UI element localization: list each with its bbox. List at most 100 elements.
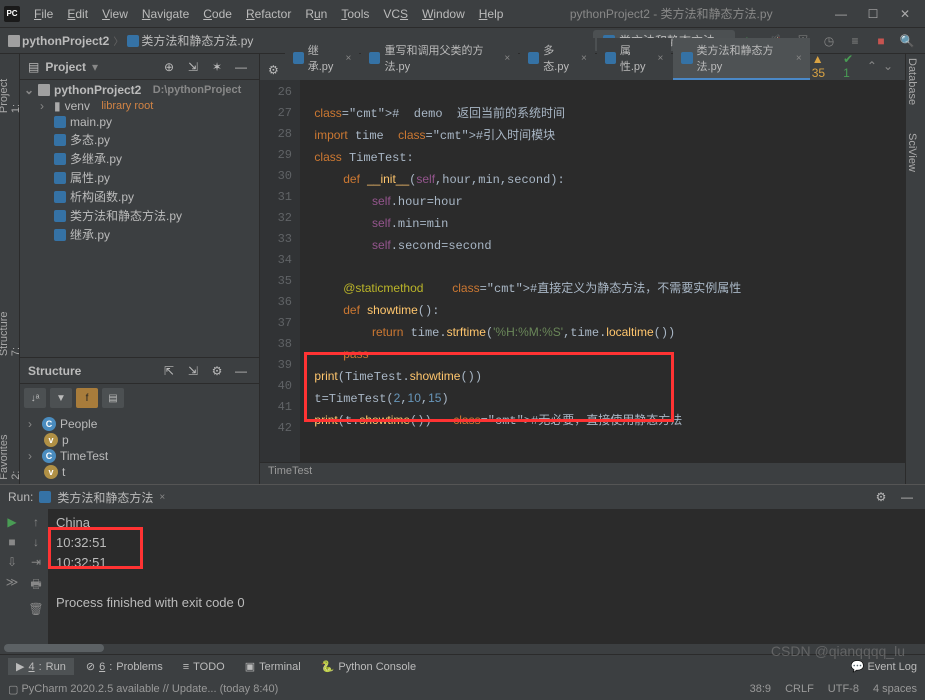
minimize-icon[interactable]: — — [833, 6, 849, 22]
status-message[interactable]: PyCharm 2020.2.5 available // Update... … — [21, 683, 278, 695]
check-indicator[interactable]: ✔ 1 — [843, 52, 861, 80]
editor-tab[interactable]: 属性.py× — [597, 38, 672, 80]
tool-structure-tab[interactable]: 7: Structure — [0, 297, 22, 360]
menu-vcs[interactable]: VCS — [377, 5, 414, 23]
down-arrow-icon[interactable]: ↓ — [33, 535, 39, 549]
close-run-tab-icon[interactable]: × — [159, 492, 165, 503]
sort-icon[interactable]: ↓ᵃ — [24, 388, 46, 408]
run-tool-window: Run: 类方法和静态方法 × ⚙ — ▶ ■ ⇩ ≫ ↑ ↓ ⇥ 🖶 🗑 Ch… — [0, 484, 925, 654]
tool-project-tab[interactable]: 1: Project — [0, 64, 22, 117]
menu-view[interactable]: View — [96, 5, 134, 23]
inherited-icon[interactable]: ▤ — [102, 388, 124, 408]
warning-indicator[interactable]: ▲ 35 — [812, 52, 837, 80]
rerun-icon[interactable]: ▶ — [7, 515, 16, 529]
tool-windows-icon[interactable]: ▢ — [8, 683, 18, 696]
run-label: Run: — [8, 490, 33, 504]
editor-tab[interactable]: 多态.py× — [520, 38, 595, 80]
concurrency-icon[interactable]: ≡ — [845, 31, 865, 51]
profile-icon[interactable]: ◷ — [819, 31, 839, 51]
right-tool-strip: Database SciView — [905, 54, 925, 484]
editor-tab[interactable]: 重写和调用父类的方法.py× — [361, 38, 518, 80]
structure-item[interactable]: vt — [24, 464, 255, 480]
status-tab-run[interactable]: ▶ 4: Run — [8, 658, 74, 675]
status-tab-terminal[interactable]: ▣ Terminal — [237, 658, 309, 675]
status-tab-todo[interactable]: ≡ TODO — [175, 658, 233, 675]
menu-file[interactable]: File — [28, 5, 59, 23]
menu-window[interactable]: Window — [416, 5, 471, 23]
console-output[interactable]: China10:32:5110:32:51 Process finished w… — [48, 509, 925, 644]
editor-tab[interactable]: 继承.py× — [285, 38, 360, 80]
close-tab-icon[interactable]: × — [504, 53, 510, 64]
tree-root[interactable]: ⌄pythonProject2 D:\pythonProject — [20, 82, 259, 98]
tab-settings-icon[interactable]: ⚙ — [264, 60, 283, 80]
tool-favorites-tab[interactable]: 2: Favorites — [0, 420, 22, 484]
run-config-name: 类方法和静态方法 — [57, 489, 153, 506]
hide-icon[interactable]: — — [897, 487, 917, 507]
caret-position[interactable]: 38:9 — [750, 683, 771, 695]
line-separator[interactable]: CRLF — [785, 683, 814, 695]
search-icon[interactable]: 🔍 — [897, 31, 917, 51]
breadcrumb-file[interactable]: 类方法和静态方法.py — [127, 32, 253, 49]
trash-icon[interactable]: 🗑 — [28, 602, 43, 616]
breadcrumb-project[interactable]: pythonProject2 — [8, 34, 109, 48]
menu-tools[interactable]: Tools — [335, 5, 375, 23]
menu-run[interactable]: Run — [299, 5, 333, 23]
close-tab-icon[interactable]: × — [345, 53, 351, 64]
gear-icon[interactable]: ⚙ — [871, 487, 891, 507]
status-tab-python-console[interactable]: 🐍 Python Console — [313, 658, 424, 675]
up-arrow-icon[interactable]: ↑ — [33, 515, 39, 529]
down-icon[interactable]: ⇩ — [7, 555, 17, 569]
tree-file[interactable]: 析构函数.py — [20, 187, 259, 206]
hide-icon[interactable]: — — [231, 361, 251, 381]
code-editor[interactable]: 2627282930313233343536373839404142 class… — [260, 80, 905, 462]
tree-file[interactable]: 属性.py — [20, 168, 259, 187]
code-content[interactable]: class="cmt"># demo 返回当前的系统时间 import time… — [300, 80, 905, 462]
tree-venv[interactable]: ›▮venv library root — [20, 98, 259, 114]
tree-file[interactable]: 多继承.py — [20, 149, 259, 168]
close-tab-icon[interactable]: × — [658, 53, 664, 64]
chevron-up-icon[interactable]: ⌄ — [883, 59, 893, 73]
stop-icon[interactable]: ■ — [8, 535, 15, 549]
menu-code[interactable]: Code — [197, 5, 238, 23]
encoding[interactable]: UTF-8 — [828, 683, 859, 695]
menu-navigate[interactable]: Navigate — [136, 5, 195, 23]
close-tab-icon[interactable]: × — [796, 53, 802, 64]
project-view-icon[interactable]: ▤ — [28, 60, 39, 74]
maximize-icon[interactable]: ☐ — [865, 6, 881, 22]
tree-file[interactable]: 类方法和静态方法.py — [20, 206, 259, 225]
fields-icon[interactable]: f — [76, 388, 98, 408]
tree-file[interactable]: 多态.py — [20, 130, 259, 149]
editor-breadcrumb[interactable]: TimeTest — [260, 462, 905, 484]
select-opened-icon[interactable]: ⊕ — [159, 57, 179, 77]
tree-file[interactable]: 继承.py — [20, 225, 259, 244]
status-bar: ▢ PyCharm 2020.2.5 available // Update..… — [0, 678, 925, 700]
menu-help[interactable]: Help — [473, 5, 510, 23]
menu-refactor[interactable]: Refactor — [240, 5, 297, 23]
stop-button-icon[interactable]: ■ — [871, 31, 891, 51]
collapse-all-icon[interactable]: ⇲ — [183, 361, 203, 381]
expand-icon[interactable]: ⇲ — [183, 57, 203, 77]
hide-icon[interactable]: — — [231, 57, 251, 77]
print-icon[interactable]: 🖶 — [30, 575, 41, 596]
structure-item[interactable]: ›CTimeTest — [24, 448, 255, 464]
structure-item[interactable]: vp — [24, 432, 255, 448]
wrap-icon[interactable]: ⇥ — [31, 555, 41, 569]
tree-file[interactable]: main.py — [20, 114, 259, 130]
tool-sciview-tab[interactable]: SciView — [906, 129, 918, 176]
collapse-icon[interactable]: ✶ — [207, 57, 227, 77]
structure-item[interactable]: ›CPeople — [24, 416, 255, 432]
editor-tab-active[interactable]: 类方法和静态方法.py× — [673, 38, 809, 80]
event-log-button[interactable]: 💬 Event Log — [851, 660, 917, 673]
tool-database-tab[interactable]: Database — [906, 54, 918, 109]
gear-icon[interactable]: ⚙ — [207, 361, 227, 381]
status-tab-problems[interactable]: ⊘ 6: Problems — [78, 658, 171, 675]
close-tab-icon[interactable]: × — [581, 53, 587, 64]
attach-icon[interactable]: ≫ — [6, 575, 19, 589]
indent[interactable]: 4 spaces — [873, 683, 917, 695]
close-icon[interactable]: ✕ — [897, 6, 913, 22]
main-menu: File Edit View Navigate Code Refactor Ru… — [28, 5, 509, 23]
filter-icon[interactable]: ▼ — [50, 388, 72, 408]
expand-all-icon[interactable]: ⇱ — [159, 361, 179, 381]
chevron-down-icon[interactable]: ⌃ — [867, 59, 877, 73]
menu-edit[interactable]: Edit — [61, 5, 94, 23]
